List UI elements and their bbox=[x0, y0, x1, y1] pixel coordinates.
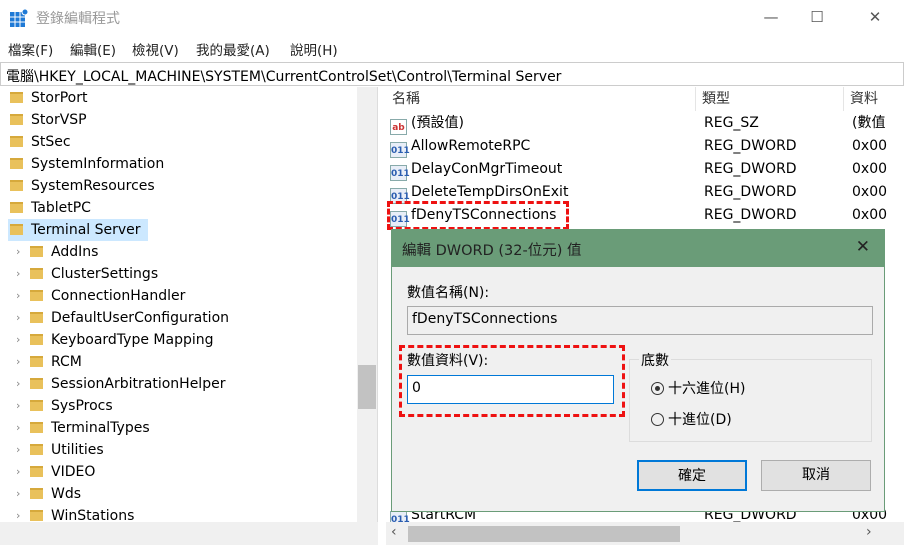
title-bar: 登錄編輯程式 — ☐ ✕ bbox=[0, 0, 904, 36]
tree-item[interactable]: VIDEO bbox=[30, 461, 95, 483]
expand-arrow-icon[interactable]: › bbox=[16, 443, 20, 456]
radio-hex[interactable]: 十六進位(H) bbox=[651, 378, 745, 398]
tree-horizontal-scrollbar[interactable] bbox=[0, 522, 378, 545]
window-title: 登錄編輯程式 bbox=[36, 11, 120, 27]
key-tree[interactable]: StorPort StorVSP StSec SystemInformation Sys… bbox=[0, 87, 378, 545]
tree-item[interactable]: ConnectionHandler bbox=[30, 285, 185, 307]
expand-arrow-icon[interactable]: › bbox=[16, 509, 20, 522]
tree-item[interactable]: Terminal Server bbox=[8, 219, 148, 241]
regedit-icon bbox=[10, 9, 28, 27]
folder-icon bbox=[10, 180, 23, 191]
folder-icon bbox=[10, 202, 23, 213]
tree-item[interactable]: DefaultUserConfiguration bbox=[30, 307, 229, 329]
list-row[interactable]: 011AllowRemoteRPC REG_DWORD 0x00 bbox=[390, 135, 904, 158]
tree-vertical-scrollbar[interactable] bbox=[357, 87, 377, 522]
tree-item[interactable]: StSec bbox=[8, 131, 71, 153]
folder-icon bbox=[30, 466, 43, 477]
scroll-right-icon[interactable]: › bbox=[866, 524, 872, 540]
folder-icon bbox=[10, 224, 23, 235]
folder-icon bbox=[10, 92, 23, 103]
close-button[interactable]: ✕ bbox=[852, 0, 898, 34]
folder-icon bbox=[30, 400, 43, 411]
expand-arrow-icon[interactable]: › bbox=[16, 487, 20, 500]
dialog-title: 編輯 DWORD (32-位元) 值 bbox=[402, 243, 582, 259]
folder-icon bbox=[30, 290, 43, 301]
highlight-box-data bbox=[399, 345, 625, 417]
expand-arrow-icon[interactable]: › bbox=[16, 399, 20, 412]
tree-item[interactable]: StorVSP bbox=[8, 109, 87, 131]
folder-icon bbox=[30, 422, 43, 433]
folder-icon bbox=[30, 246, 43, 257]
highlight-box-value bbox=[387, 201, 569, 230]
dialog-title-bar: 編輯 DWORD (32-位元) 值 ✕ bbox=[392, 230, 884, 267]
cancel-button[interactable]: 取消 bbox=[761, 460, 871, 491]
tree-item[interactable]: Utilities bbox=[30, 439, 104, 461]
folder-icon bbox=[30, 356, 43, 367]
expand-arrow-icon[interactable]: › bbox=[16, 245, 20, 258]
folder-icon bbox=[10, 114, 23, 125]
expand-arrow-icon[interactable]: › bbox=[16, 311, 20, 324]
list-row[interactable]: 011DeleteTempDirsOnExit REG_DWORD 0x00 bbox=[390, 181, 904, 204]
tree-item[interactable]: KeyboardType Mapping bbox=[30, 329, 214, 351]
list-horizontal-scrollbar[interactable]: ‹ › bbox=[386, 522, 904, 545]
folder-icon bbox=[30, 312, 43, 323]
value-name-label: 數值名稱(N): bbox=[407, 285, 490, 301]
tree-item[interactable]: ClusterSettings bbox=[30, 263, 158, 285]
expand-arrow-icon[interactable]: › bbox=[16, 333, 20, 346]
radio-unselected-icon bbox=[651, 413, 664, 426]
scroll-left-icon[interactable]: ‹ bbox=[391, 524, 397, 540]
list-row[interactable]: ab (預設值) REG_SZ (數值 bbox=[390, 112, 904, 135]
expand-arrow-icon[interactable]: › bbox=[16, 377, 20, 390]
folder-icon bbox=[30, 268, 43, 279]
expand-arrow-icon[interactable]: › bbox=[16, 267, 20, 280]
menu-view[interactable]: 檢視(V) bbox=[132, 39, 179, 59]
address-bar[interactable]: 電腦\HKEY_LOCAL_MACHINE\SYSTEM\CurrentCont… bbox=[0, 62, 904, 86]
column-type[interactable]: 類型 bbox=[696, 87, 844, 111]
tree-item[interactable]: TabletPC bbox=[8, 197, 91, 219]
menu-edit[interactable]: 編輯(E) bbox=[70, 39, 116, 59]
binary-value-icon: 011 bbox=[390, 142, 410, 158]
menu-bar: 檔案(F) 編輯(E) 檢視(V) 我的最愛(A) 說明(H) bbox=[0, 37, 904, 59]
menu-favorites[interactable]: 我的最愛(A) bbox=[196, 39, 270, 59]
expand-arrow-icon[interactable]: › bbox=[16, 355, 20, 368]
value-name-field: fDenyTSConnections bbox=[407, 306, 873, 335]
folder-icon bbox=[30, 334, 43, 345]
ok-button[interactable]: 確定 bbox=[637, 460, 747, 491]
string-value-icon: ab bbox=[390, 119, 407, 135]
folder-icon bbox=[30, 488, 43, 499]
column-data[interactable]: 資料 bbox=[844, 87, 904, 111]
menu-help[interactable]: 說明(H) bbox=[290, 39, 338, 59]
column-name[interactable]: 名稱 bbox=[386, 87, 696, 111]
list-row[interactable]: 011DelayConMgrTimeout REG_DWORD 0x00 bbox=[390, 158, 904, 181]
folder-icon bbox=[30, 510, 43, 521]
radio-decimal[interactable]: 十進位(D) bbox=[651, 409, 732, 429]
folder-icon bbox=[30, 378, 43, 389]
tree-item[interactable]: Wds bbox=[30, 483, 81, 505]
tree-item[interactable]: SysProcs bbox=[30, 395, 113, 417]
tree-item[interactable]: StorPort bbox=[8, 87, 87, 109]
minimize-button[interactable]: — bbox=[748, 0, 794, 34]
binary-value-icon: 011 bbox=[390, 165, 410, 181]
list-scroll-thumb[interactable] bbox=[408, 526, 680, 542]
tree-scroll-thumb[interactable] bbox=[358, 365, 376, 409]
folder-icon bbox=[10, 158, 23, 169]
tree-item[interactable]: TerminalTypes bbox=[30, 417, 150, 439]
radio-selected-icon bbox=[651, 382, 664, 395]
menu-file[interactable]: 檔案(F) bbox=[8, 39, 53, 59]
tree-item[interactable]: SystemInformation bbox=[8, 153, 164, 175]
base-group bbox=[629, 359, 872, 442]
tree-item[interactable]: RCM bbox=[30, 351, 82, 373]
maximize-button[interactable]: ☐ bbox=[794, 0, 840, 34]
expand-arrow-icon[interactable]: › bbox=[16, 289, 20, 302]
base-label: 底數 bbox=[639, 350, 671, 370]
folder-icon bbox=[30, 444, 43, 455]
expand-arrow-icon[interactable]: › bbox=[16, 465, 20, 478]
edit-dword-dialog: 編輯 DWORD (32-位元) 值 ✕ 數值名稱(N): fDenyTSCon… bbox=[391, 229, 885, 512]
folder-icon bbox=[10, 136, 23, 147]
tree-item[interactable]: SystemResources bbox=[8, 175, 155, 197]
dialog-close-icon[interactable]: ✕ bbox=[856, 237, 870, 257]
tree-item[interactable]: SessionArbitrationHelper bbox=[30, 373, 225, 395]
tree-item[interactable]: AddIns bbox=[30, 241, 98, 263]
expand-arrow-icon[interactable]: › bbox=[16, 421, 20, 434]
